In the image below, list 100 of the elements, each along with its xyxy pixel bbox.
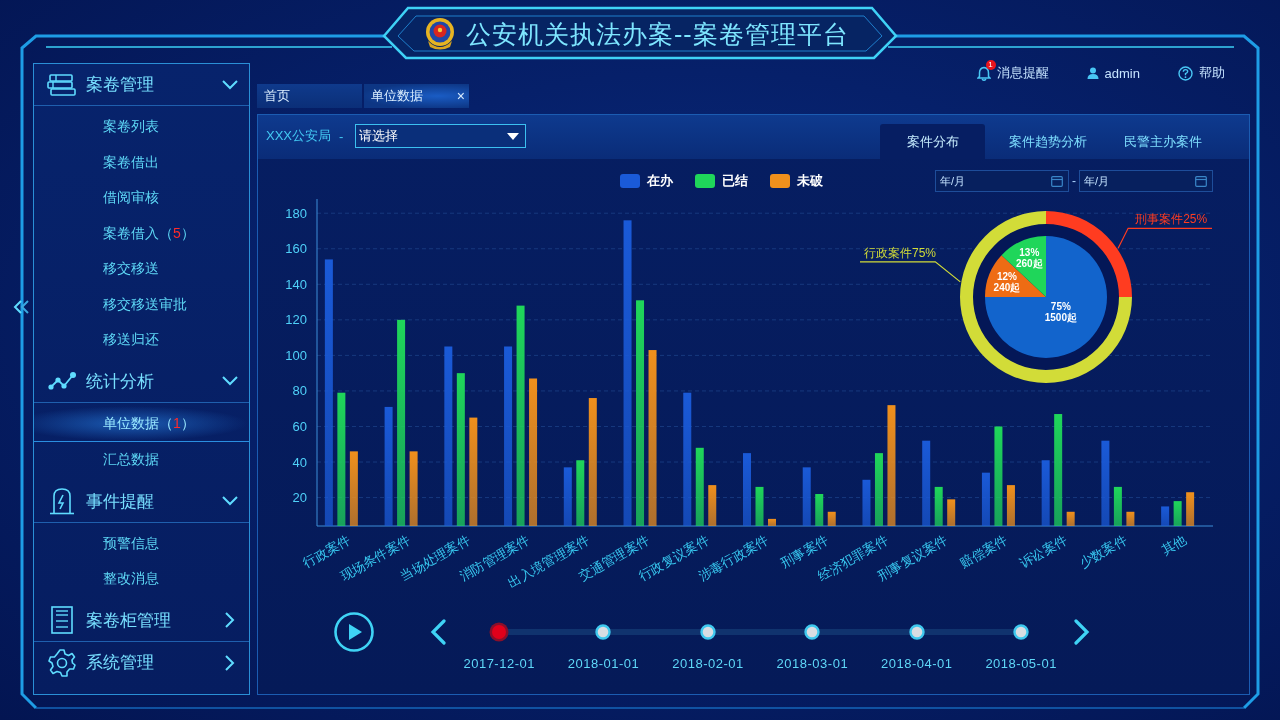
view-tab[interactable]: 案件趋势分析 [995, 124, 1100, 159]
menu-item[interactable]: 借阅审核 [34, 180, 249, 216]
chart-bar [815, 494, 824, 526]
timeline-date[interactable]: 2018-04-01 [864, 656, 969, 671]
play-icon [334, 612, 374, 652]
timeline-dot[interactable] [1011, 622, 1031, 642]
chart-bar [862, 479, 871, 526]
chart-bar [1161, 506, 1170, 526]
menu-item[interactable]: 移交移送审批 [34, 286, 249, 322]
view-tab[interactable]: 民警主办案件 [1110, 124, 1215, 159]
menu-item[interactable]: 汇总数据 [34, 442, 249, 478]
menu-group[interactable]: 统计分析 [34, 360, 249, 403]
view-tab[interactable]: 案件分布 [880, 124, 985, 159]
filter-label: XXX公安局 [266, 127, 331, 145]
alarm-light-icon [47, 486, 77, 516]
donut-label: 刑事案件25% [1135, 212, 1208, 227]
chart-bar [1006, 485, 1015, 526]
pie-label: 75% 1500起 [1044, 300, 1077, 323]
timeline-date[interactable]: 2018-01-01 [551, 656, 656, 671]
caret-icon [507, 132, 520, 140]
settings-icon [47, 647, 77, 678]
chart-bar [827, 511, 836, 526]
chart-bar [1173, 501, 1182, 526]
menu-item[interactable]: 案卷借入（5） [34, 215, 249, 251]
timeline-dot[interactable] [906, 622, 927, 642]
toolbar-link[interactable]: 消息提醒 [996, 64, 1049, 82]
timeline-date[interactable]: 2018-05-01 [968, 656, 1074, 671]
menu-item[interactable]: 移交移送 [34, 251, 249, 287]
filter-separator: - [339, 128, 344, 144]
bell-icon[interactable] [976, 65, 991, 81]
menu-item[interactable]: 案卷借出 [34, 144, 249, 180]
timeline-dot[interactable] [697, 622, 718, 642]
x-axis-label: 其他 [1159, 531, 1190, 558]
chart-bar [576, 460, 585, 526]
menu-group[interactable]: 事件提醒 [34, 480, 249, 523]
chart-bar [1126, 511, 1135, 526]
y-axis-label: 60 [292, 419, 307, 434]
toolbar-link[interactable]: 帮助 [1199, 64, 1225, 82]
chart-bar [563, 467, 572, 526]
donut-label: 行政案件75% [864, 245, 937, 260]
pie-label: 12% 240起 [993, 270, 1021, 293]
date-separator: - [1072, 174, 1076, 188]
y-axis-label: 20 [292, 490, 307, 506]
legend-label: 未破 [797, 172, 823, 190]
collapse-arrow-icon[interactable] [12, 300, 30, 314]
menu-group[interactable]: 案卷柜管理 [34, 599, 249, 642]
menu-item[interactable]: 整改消息 [34, 561, 249, 597]
chart-bar [755, 486, 764, 526]
chart-bar [708, 485, 717, 526]
notification-badge: 1 [985, 59, 996, 70]
page-tab[interactable]: 单位数据 × [364, 84, 469, 108]
emblem-icon [424, 17, 456, 51]
previous-button[interactable] [429, 619, 447, 645]
timeline-date[interactable]: 2018-02-01 [655, 656, 761, 671]
timeline-dot[interactable] [802, 622, 823, 642]
books-icon [47, 72, 77, 97]
chart-bar [1113, 486, 1122, 526]
next-button[interactable] [1073, 619, 1091, 645]
timeline-date[interactable]: 2017-12-01 [447, 656, 552, 671]
app-title: 公安机关执法办案--案卷管理平台 [466, 18, 849, 50]
pie-label: 13% 260起 [1016, 247, 1043, 270]
line-chart-icon [47, 369, 77, 393]
chart-bar [947, 499, 956, 526]
user-icon[interactable] [1086, 67, 1099, 79]
menu-item[interactable]: 预警信息 [34, 525, 249, 561]
chart-bar [1186, 492, 1195, 526]
help-icon[interactable] [1178, 65, 1193, 81]
chevron-left-icon [429, 619, 447, 645]
calendar-icon [1195, 175, 1207, 187]
y-axis-label: 40 [292, 454, 307, 470]
date-field[interactable]: 年/月 [935, 170, 1069, 192]
timeline-dot-active[interactable] [489, 622, 509, 642]
y-axis-label: 160 [285, 241, 307, 257]
page-tab[interactable]: 首页 [257, 84, 362, 108]
chart-bar [981, 472, 990, 526]
x-axis-label: 诉讼案件 [1017, 531, 1070, 571]
chevron-right-icon [1073, 619, 1091, 645]
calendar-icon [1051, 175, 1063, 187]
menu-item[interactable]: 移送归还 [34, 322, 249, 358]
chart-bar [1041, 460, 1050, 526]
menu-item[interactable]: 案卷列表 [34, 109, 249, 145]
close-button[interactable]: × [456, 84, 465, 108]
legend-label: 已结 [722, 172, 748, 190]
chart-bar [1066, 511, 1075, 526]
timeline-dot[interactable] [593, 622, 614, 642]
date-field[interactable]: 年/月 [1079, 170, 1213, 192]
toolbar-link[interactable]: admin [1104, 65, 1140, 81]
x-axis-label: 赔偿案件 [957, 531, 1010, 571]
menu-group[interactable]: 案卷管理 [34, 64, 249, 106]
y-axis-label: 140 [285, 276, 307, 292]
chart-bar [802, 467, 811, 526]
menu-group[interactable]: 系统管理 [34, 641, 249, 684]
timeline-date[interactable]: 2018-03-01 [760, 656, 865, 671]
unit-select[interactable]: 请选择 [355, 124, 527, 148]
x-axis-label: 少数案件 [1076, 531, 1130, 571]
menu-item[interactable]: 单位数据（1） [34, 405, 249, 442]
legend-label: 在办 [647, 172, 673, 190]
y-axis-label: 80 [292, 383, 307, 399]
play-button[interactable] [334, 612, 374, 652]
chart-bar [934, 486, 943, 526]
